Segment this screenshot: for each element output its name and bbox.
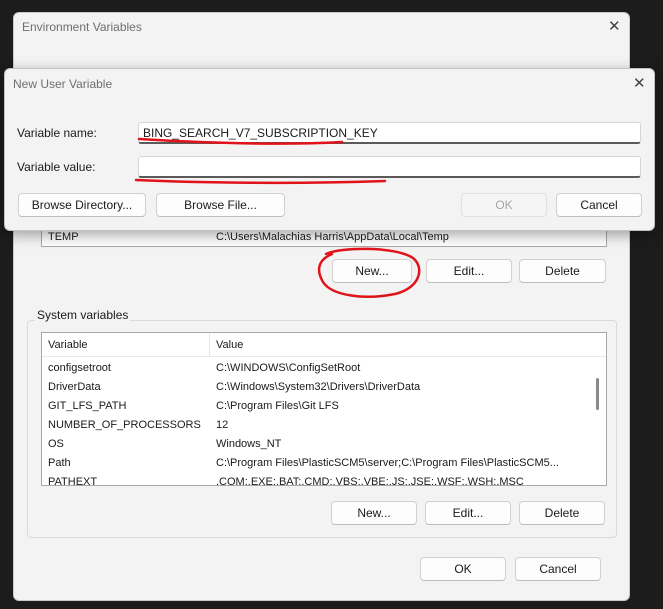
system-list-header: Variable Value [42, 333, 606, 357]
system-row-driverdata[interactable]: DriverData C:\Windows\System32\Drivers\D… [42, 379, 592, 398]
row-variable: OS [48, 438, 64, 450]
row-value: C:\WINDOWS\ConfigSetRoot [216, 362, 361, 374]
variable-value-input[interactable] [138, 156, 641, 178]
row-value: 12 [216, 419, 229, 431]
row-variable: PATHEXT [48, 476, 98, 486]
system-row-os[interactable]: OS Windows_NT [42, 436, 592, 455]
env-dialog-close-icon[interactable]: ✕ [608, 17, 621, 35]
system-edit-button[interactable]: Edit... [425, 501, 511, 525]
env-dialog-title: Environment Variables [22, 20, 142, 34]
row-variable: NUMBER_OF_PROCESSORS [48, 419, 201, 431]
row-value: Windows_NT [216, 438, 282, 450]
new-user-variable-dialog: New User Variable ✕ Variable name: BING_… [4, 68, 655, 231]
system-variables-title: System variables [35, 308, 131, 322]
variable-value-label: Variable value: [17, 160, 96, 174]
new-var-cancel-button[interactable]: Cancel [556, 193, 642, 217]
new-var-dialog-close-icon[interactable]: ✕ [633, 74, 646, 92]
variable-name-value: BING_SEARCH_V7_SUBSCRIPTION_KEY [143, 126, 378, 140]
column-divider [209, 333, 210, 357]
system-row-path[interactable]: Path C:\Program Files\PlasticSCM5\server… [42, 455, 592, 474]
user-edit-button[interactable]: Edit... [426, 259, 512, 283]
user-var-name: TEMP [48, 231, 79, 243]
user-new-button[interactable]: New... [332, 259, 412, 283]
system-row-number-of-processors[interactable]: NUMBER_OF_PROCESSORS 12 [42, 417, 592, 436]
new-var-ok-button[interactable]: OK [461, 193, 547, 217]
system-delete-button[interactable]: Delete [519, 501, 605, 525]
row-value: .COM;.EXE;.BAT;.CMD;.VBS;.VBE;.JS;.JSE;.… [216, 476, 524, 486]
row-value: C:\Program Files\Git LFS [216, 400, 339, 412]
row-variable: Path [48, 457, 71, 469]
system-row-configsetroot[interactable]: configsetroot C:\WINDOWS\ConfigSetRoot [42, 360, 592, 379]
system-row-pathext[interactable]: PATHEXT .COM;.EXE;.BAT;.CMD;.VBS;.VBE;.J… [42, 474, 592, 486]
system-new-button[interactable]: New... [331, 501, 417, 525]
browse-directory-button[interactable]: Browse Directory... [18, 193, 146, 217]
row-variable: DriverData [48, 381, 101, 393]
browse-file-button[interactable]: Browse File... [156, 193, 285, 217]
row-value: C:\Windows\System32\Drivers\DriverData [216, 381, 421, 393]
user-var-value: C:\Users\Malachias Harris\AppData\Local\… [216, 231, 449, 243]
vertical-scrollbar-thumb[interactable] [596, 378, 599, 410]
user-delete-button[interactable]: Delete [519, 259, 606, 283]
row-variable: configsetroot [48, 362, 111, 374]
row-variable: GIT_LFS_PATH [48, 400, 127, 412]
column-header-variable[interactable]: Variable [48, 339, 88, 351]
new-var-dialog-title: New User Variable [13, 77, 113, 91]
system-row-git-lfs-path[interactable]: GIT_LFS_PATH C:\Program Files\Git LFS [42, 398, 592, 417]
row-value: C:\Program Files\PlasticSCM5\server;C:\P… [216, 457, 559, 469]
column-header-value[interactable]: Value [216, 339, 243, 351]
variable-name-input[interactable]: BING_SEARCH_V7_SUBSCRIPTION_KEY [138, 122, 641, 144]
system-variables-list[interactable]: Variable Value configsetroot C:\WINDOWS\… [41, 332, 607, 486]
variable-name-label: Variable name: [17, 126, 97, 140]
env-cancel-button[interactable]: Cancel [515, 557, 601, 581]
env-ok-button[interactable]: OK [420, 557, 506, 581]
